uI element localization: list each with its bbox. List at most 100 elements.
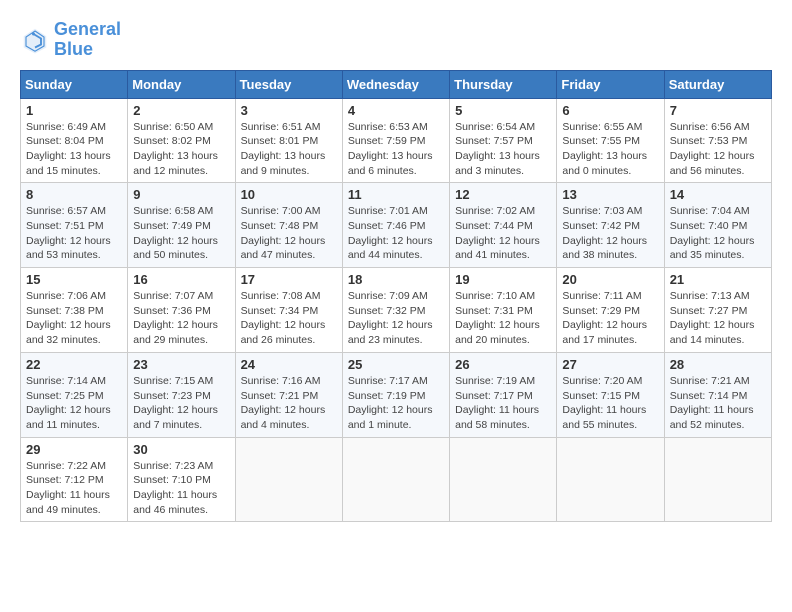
day-number: 2	[133, 103, 229, 118]
calendar-cell: 13 Sunrise: 7:03 AM Sunset: 7:42 PM Dayli…	[557, 183, 664, 268]
calendar-cell: 25 Sunrise: 7:17 AM Sunset: 7:19 PM Dayli…	[342, 352, 449, 437]
day-info: Sunrise: 6:51 AM Sunset: 8:01 PM Dayligh…	[241, 120, 337, 179]
day-number: 17	[241, 272, 337, 287]
calendar-cell: 6 Sunrise: 6:55 AM Sunset: 7:55 PM Daylig…	[557, 98, 664, 183]
calendar-cell: 11Sunrise: 7:01 AM Sunset: 7:46 PM Dayli…	[342, 183, 449, 268]
day-number: 18	[348, 272, 444, 287]
calendar-cell	[450, 437, 557, 522]
day-info: Sunrise: 6:58 AM Sunset: 7:49 PM Dayligh…	[133, 204, 229, 263]
day-number: 22	[26, 357, 122, 372]
calendar-cell: 5 Sunrise: 6:54 AM Sunset: 7:57 PM Daylig…	[450, 98, 557, 183]
logo-text: General Blue	[54, 20, 121, 60]
day-info: Sunrise: 6:49 AM Sunset: 8:04 PM Dayligh…	[26, 120, 122, 179]
calendar-cell: 21 Sunrise: 7:13 AM Sunset: 7:27 PM Dayli…	[664, 268, 771, 353]
day-number: 21	[670, 272, 766, 287]
day-number: 14	[670, 187, 766, 202]
day-number: 19	[455, 272, 551, 287]
day-info: Sunrise: 7:01 AM Sunset: 7:46 PM Dayligh…	[348, 204, 444, 263]
day-number: 4	[348, 103, 444, 118]
col-tuesday: Tuesday	[235, 70, 342, 98]
calendar-cell: 10 Sunrise: 7:00 AM Sunset: 7:48 PM Dayli…	[235, 183, 342, 268]
calendar-header-row: Sunday Monday Tuesday Wednesday Thursday…	[21, 70, 772, 98]
day-number: 30	[133, 442, 229, 457]
day-number: 9	[133, 187, 229, 202]
day-info: Sunrise: 6:54 AM Sunset: 7:57 PM Dayligh…	[455, 120, 551, 179]
col-thursday: Thursday	[450, 70, 557, 98]
day-info: Sunrise: 6:50 AM Sunset: 8:02 PM Dayligh…	[133, 120, 229, 179]
day-info: Sunrise: 7:15 AM Sunset: 7:23 PM Dayligh…	[133, 374, 229, 433]
calendar-cell: 4 Sunrise: 6:53 AM Sunset: 7:59 PM Daylig…	[342, 98, 449, 183]
day-info: Sunrise: 7:22 AM Sunset: 7:12 PM Dayligh…	[26, 459, 122, 518]
day-info: Sunrise: 7:13 AM Sunset: 7:27 PM Dayligh…	[670, 289, 766, 348]
col-saturday: Saturday	[664, 70, 771, 98]
day-number: 12	[455, 187, 551, 202]
page-header: General Blue	[20, 20, 772, 60]
calendar-cell: 2 Sunrise: 6:50 AM Sunset: 8:02 PM Daylig…	[128, 98, 235, 183]
day-info: Sunrise: 6:56 AM Sunset: 7:53 PM Dayligh…	[670, 120, 766, 179]
day-info: Sunrise: 7:17 AM Sunset: 7:19 PM Dayligh…	[348, 374, 444, 433]
day-info: Sunrise: 7:20 AM Sunset: 7:15 PM Dayligh…	[562, 374, 658, 433]
calendar-cell: 17 Sunrise: 7:08 AM Sunset: 7:34 PM Dayli…	[235, 268, 342, 353]
calendar-cell: 29 Sunrise: 7:22 AM Sunset: 7:12 PM Dayli…	[21, 437, 128, 522]
calendar-cell: 27Sunrise: 7:20 AM Sunset: 7:15 PM Dayli…	[557, 352, 664, 437]
day-number: 29	[26, 442, 122, 457]
day-info: Sunrise: 6:53 AM Sunset: 7:59 PM Dayligh…	[348, 120, 444, 179]
day-info: Sunrise: 6:55 AM Sunset: 7:55 PM Dayligh…	[562, 120, 658, 179]
calendar-cell: 20Sunrise: 7:11 AM Sunset: 7:29 PM Dayli…	[557, 268, 664, 353]
day-number: 28	[670, 357, 766, 372]
calendar-cell: 26Sunrise: 7:19 AM Sunset: 7:17 PM Dayli…	[450, 352, 557, 437]
col-friday: Friday	[557, 70, 664, 98]
calendar-cell	[557, 437, 664, 522]
day-number: 20	[562, 272, 658, 287]
calendar-cell: 24 Sunrise: 7:16 AM Sunset: 7:21 PM Dayli…	[235, 352, 342, 437]
day-info: Sunrise: 7:00 AM Sunset: 7:48 PM Dayligh…	[241, 204, 337, 263]
day-info: Sunrise: 7:07 AM Sunset: 7:36 PM Dayligh…	[133, 289, 229, 348]
day-info: Sunrise: 7:14 AM Sunset: 7:25 PM Dayligh…	[26, 374, 122, 433]
calendar-week-row: 15 Sunrise: 7:06 AM Sunset: 7:38 PM Dayli…	[21, 268, 772, 353]
day-number: 15	[26, 272, 122, 287]
day-number: 10	[241, 187, 337, 202]
day-info: Sunrise: 7:23 AM Sunset: 7:10 PM Dayligh…	[133, 459, 229, 518]
day-info: Sunrise: 7:21 AM Sunset: 7:14 PM Dayligh…	[670, 374, 766, 433]
day-number: 26	[455, 357, 551, 372]
calendar-cell: 7Sunrise: 6:56 AM Sunset: 7:53 PM Daylig…	[664, 98, 771, 183]
day-info: Sunrise: 7:03 AM Sunset: 7:42 PM Dayligh…	[562, 204, 658, 263]
col-wednesday: Wednesday	[342, 70, 449, 98]
day-number: 6	[562, 103, 658, 118]
calendar-cell: 1 Sunrise: 6:49 AM Sunset: 8:04 PM Daylig…	[21, 98, 128, 183]
col-sunday: Sunday	[21, 70, 128, 98]
day-number: 24	[241, 357, 337, 372]
calendar-week-row: 8Sunrise: 6:57 AM Sunset: 7:51 PM Daylig…	[21, 183, 772, 268]
calendar-week-row: 22 Sunrise: 7:14 AM Sunset: 7:25 PM Dayli…	[21, 352, 772, 437]
calendar-cell: 12 Sunrise: 7:02 AM Sunset: 7:44 PM Dayli…	[450, 183, 557, 268]
day-info: Sunrise: 7:06 AM Sunset: 7:38 PM Dayligh…	[26, 289, 122, 348]
calendar-cell	[342, 437, 449, 522]
day-number: 13	[562, 187, 658, 202]
calendar-cell: 23 Sunrise: 7:15 AM Sunset: 7:23 PM Dayli…	[128, 352, 235, 437]
calendar-cell: 15 Sunrise: 7:06 AM Sunset: 7:38 PM Dayli…	[21, 268, 128, 353]
day-info: Sunrise: 7:09 AM Sunset: 7:32 PM Dayligh…	[348, 289, 444, 348]
day-number: 8	[26, 187, 122, 202]
day-info: Sunrise: 7:16 AM Sunset: 7:21 PM Dayligh…	[241, 374, 337, 433]
day-info: Sunrise: 7:04 AM Sunset: 7:40 PM Dayligh…	[670, 204, 766, 263]
calendar-cell: 3Sunrise: 6:51 AM Sunset: 8:01 PM Daylig…	[235, 98, 342, 183]
calendar-cell	[664, 437, 771, 522]
calendar-table: Sunday Monday Tuesday Wednesday Thursday…	[20, 70, 772, 523]
day-number: 16	[133, 272, 229, 287]
day-number: 1	[26, 103, 122, 118]
day-number: 5	[455, 103, 551, 118]
logo-icon	[20, 25, 50, 55]
calendar-week-row: 29 Sunrise: 7:22 AM Sunset: 7:12 PM Dayli…	[21, 437, 772, 522]
logo: General Blue	[20, 20, 121, 60]
day-number: 23	[133, 357, 229, 372]
day-info: Sunrise: 7:02 AM Sunset: 7:44 PM Dayligh…	[455, 204, 551, 263]
calendar-cell: 30 Sunrise: 7:23 AM Sunset: 7:10 PM Dayli…	[128, 437, 235, 522]
calendar-cell: 14 Sunrise: 7:04 AM Sunset: 7:40 PM Dayli…	[664, 183, 771, 268]
calendar-cell	[235, 437, 342, 522]
day-info: Sunrise: 7:08 AM Sunset: 7:34 PM Dayligh…	[241, 289, 337, 348]
calendar-cell: 19Sunrise: 7:10 AM Sunset: 7:31 PM Dayli…	[450, 268, 557, 353]
day-number: 25	[348, 357, 444, 372]
calendar-cell: 8Sunrise: 6:57 AM Sunset: 7:51 PM Daylig…	[21, 183, 128, 268]
calendar-cell: 28 Sunrise: 7:21 AM Sunset: 7:14 PM Dayli…	[664, 352, 771, 437]
calendar-cell: 18 Sunrise: 7:09 AM Sunset: 7:32 PM Dayli…	[342, 268, 449, 353]
